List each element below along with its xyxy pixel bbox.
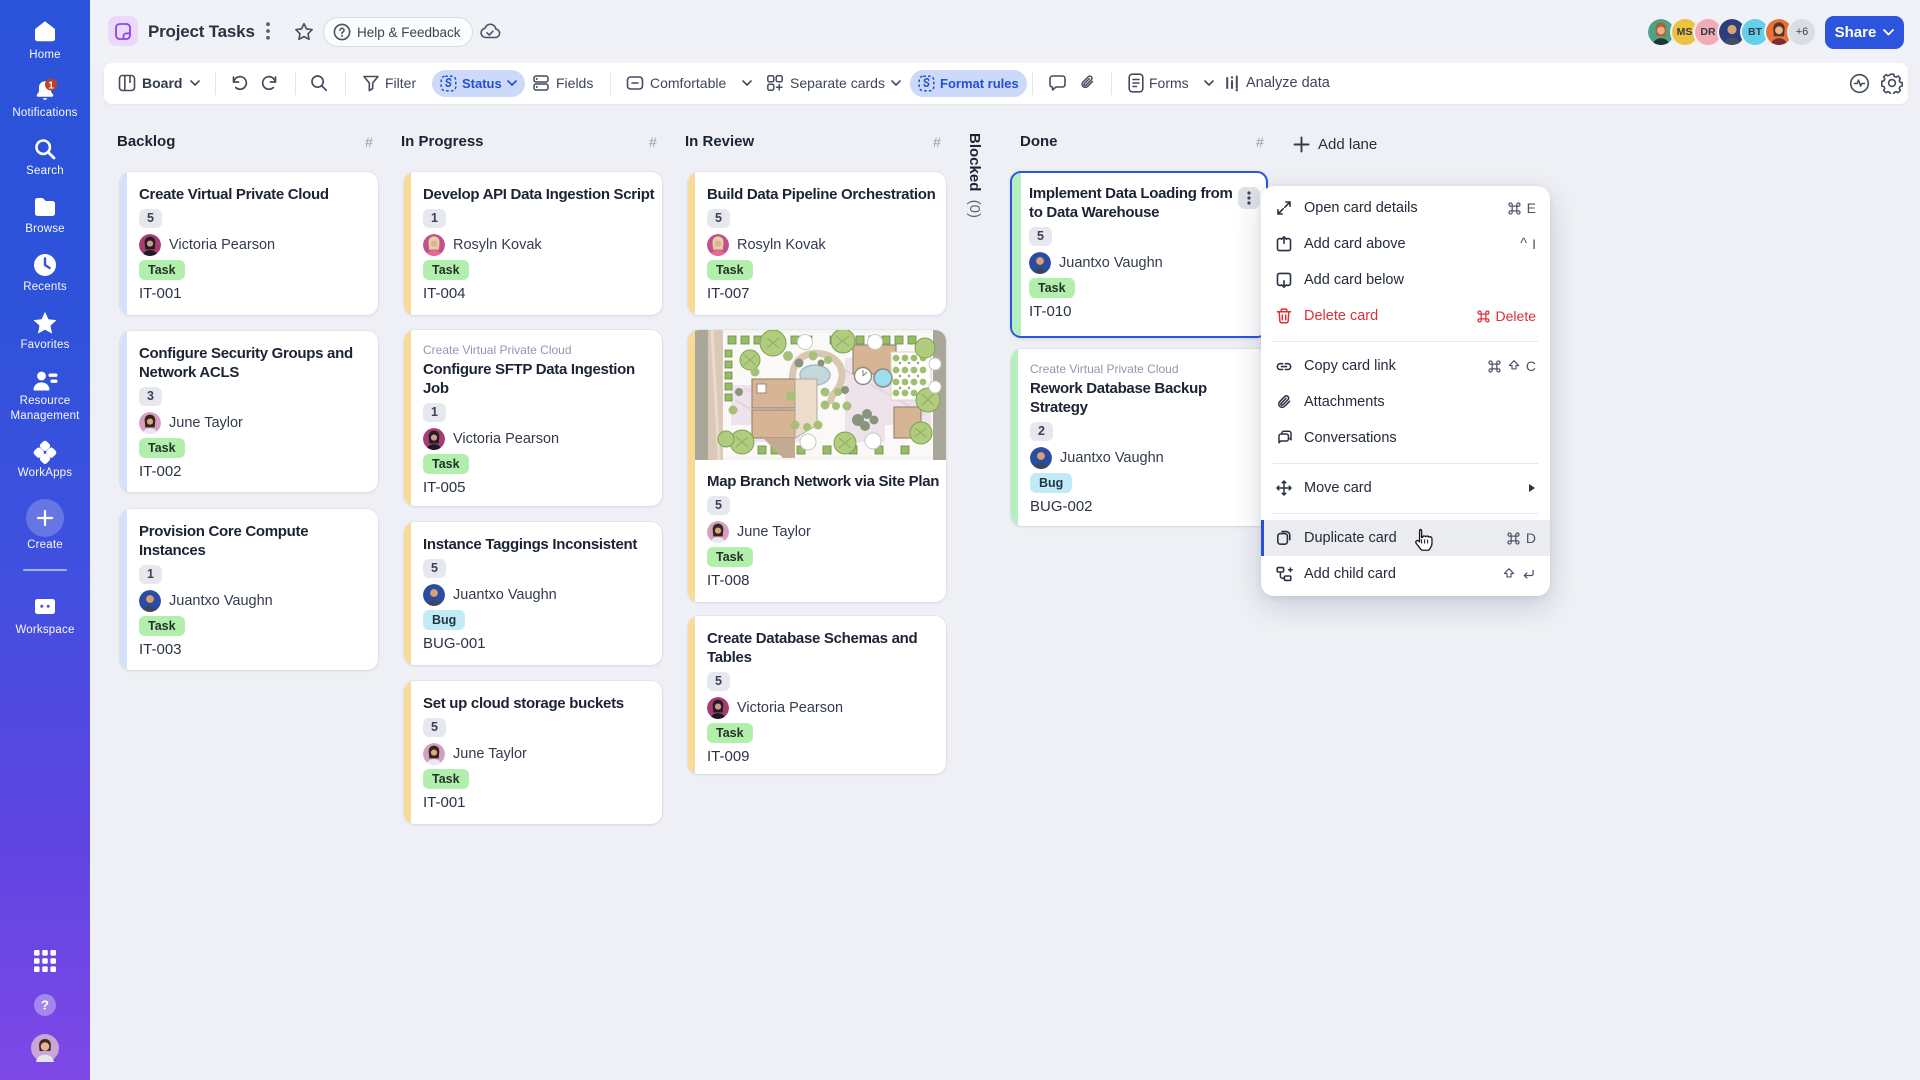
svg-text:?: ?: [41, 998, 49, 1013]
svg-text:1: 1: [48, 80, 54, 91]
